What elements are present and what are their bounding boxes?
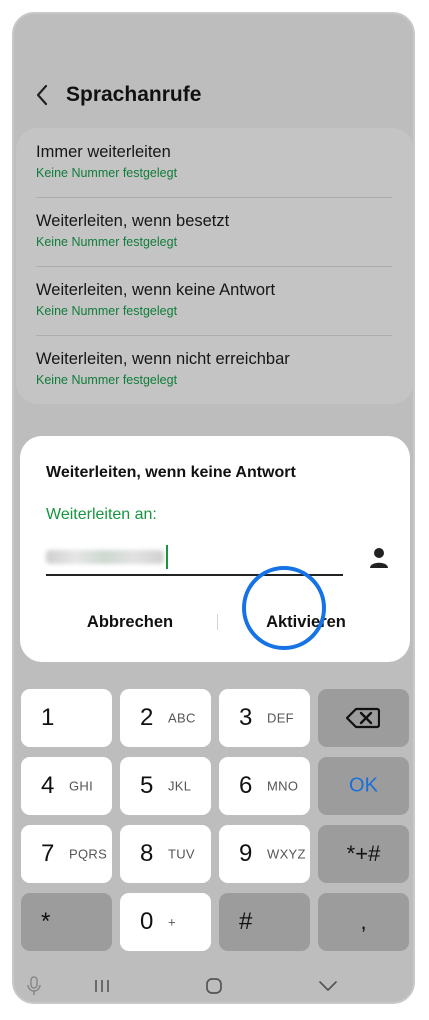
home-button[interactable] [202,974,226,998]
key-digit: 3 [239,704,253,731]
key-letters: ABC [168,710,196,726]
forwarding-options-list: Immer weiterleiten Keine Nummer festgele… [16,128,413,404]
list-item-label: Immer weiterleiten [36,143,171,161]
key-digit: 2 [140,704,154,731]
field-label: Weiterleiten an: [46,506,157,523]
star-plus-hash-key[interactable]: *+# [318,825,409,883]
key-digit: 9 [239,840,253,867]
recent-apps-button[interactable] [90,974,114,998]
key-7[interactable]: 7 PQRS [21,825,112,883]
key-3[interactable]: 3 DEF [219,689,310,747]
key-label: *+# [346,841,381,866]
key-label: OK [349,774,378,797]
key-digit: * [41,908,51,935]
key-letters: PQRS [69,846,108,862]
app-header: Sprachanrufe [14,14,413,134]
list-item-subtitle: Keine Nummer festgelegt [36,304,178,318]
numeric-keyboard: 1 2 ABC 3 DEF 4 GHI 5 JKL 6 MNO OK 7 PQR… [14,676,413,1002]
back-button[interactable] [32,82,52,108]
ok-key[interactable]: OK [318,757,409,815]
comma-key[interactable]: , [318,893,409,951]
key-letters: WXYZ [267,846,306,862]
list-item-subtitle: Keine Nummer festgelegt [36,166,178,180]
activate-button[interactable]: Aktivieren [220,602,392,642]
dialog-title: Weiterleiten, wenn keine Antwort [46,464,296,481]
key-9[interactable]: 9 WXYZ [219,825,310,883]
hide-keyboard-button[interactable] [316,974,340,998]
key-digit: 4 [41,772,55,799]
list-item-forward-no-answer[interactable]: Weiterleiten, wenn keine Antwort Keine N… [36,266,392,335]
key-letters: + [168,914,176,930]
key-8[interactable]: 8 TUV [120,825,211,883]
list-item-subtitle: Keine Nummer festgelegt [36,373,178,387]
key-digit: 7 [41,840,55,867]
button-divider [217,614,218,630]
key-2[interactable]: 2 ABC [120,689,211,747]
key-letters: TUV [168,846,195,862]
list-item-forward-busy[interactable]: Weiterleiten, wenn besetzt Keine Nummer … [36,197,392,266]
chevron-down-icon [319,981,337,991]
cancel-button[interactable]: Abbrechen [44,602,216,642]
blurred-phone-number [46,550,164,564]
forward-dialog: Weiterleiten, wenn keine Antwort Weiterl… [20,436,410,662]
list-item-forward-unreachable[interactable]: Weiterleiten, wenn nicht erreichbar Kein… [36,335,392,404]
key-letters: DEF [267,710,294,726]
key-letters: MNO [267,778,299,794]
key-star[interactable]: * [21,893,112,951]
key-digit: 8 [140,840,154,867]
key-4[interactable]: 4 GHI [21,757,112,815]
key-hash[interactable]: # [219,893,310,951]
contact-picker-button[interactable] [368,546,390,570]
key-digit: 1 [41,704,55,731]
list-item-label: Weiterleiten, wenn besetzt [36,212,230,230]
key-digit: 5 [140,772,154,799]
key-5[interactable]: 5 JKL [120,757,211,815]
key-1[interactable]: 1 [21,689,112,747]
key-label: , [360,909,367,934]
key-digit: 6 [239,772,253,799]
key-6[interactable]: 6 MNO [219,757,310,815]
key-digit: # [239,908,253,935]
navigation-bar [14,966,413,1002]
key-letters: JKL [168,778,192,794]
list-item-always-forward[interactable]: Immer weiterleiten Keine Nummer festgele… [36,128,392,197]
phone-number-input[interactable] [46,542,343,576]
key-letters: GHI [69,778,94,794]
home-icon [206,978,222,994]
list-item-subtitle: Keine Nummer festgelegt [36,235,178,249]
text-cursor [166,545,168,569]
list-item-label: Weiterleiten, wenn keine Antwort [36,281,276,299]
voice-input-button[interactable] [24,974,44,998]
microphone-icon [27,976,41,995]
phone-screen: Sprachanrufe Immer weiterleiten Keine Nu… [12,12,415,1004]
key-0[interactable]: 0 + [120,893,211,951]
page-title: Sprachanrufe [66,83,202,106]
person-icon [370,548,388,568]
list-item-label: Weiterleiten, wenn nicht erreichbar [36,350,290,368]
chevron-left-icon [36,84,48,106]
backspace-icon [346,707,380,729]
key-digit: 0 [140,908,154,935]
backspace-key[interactable] [318,689,409,747]
recent-apps-icon [95,980,109,992]
